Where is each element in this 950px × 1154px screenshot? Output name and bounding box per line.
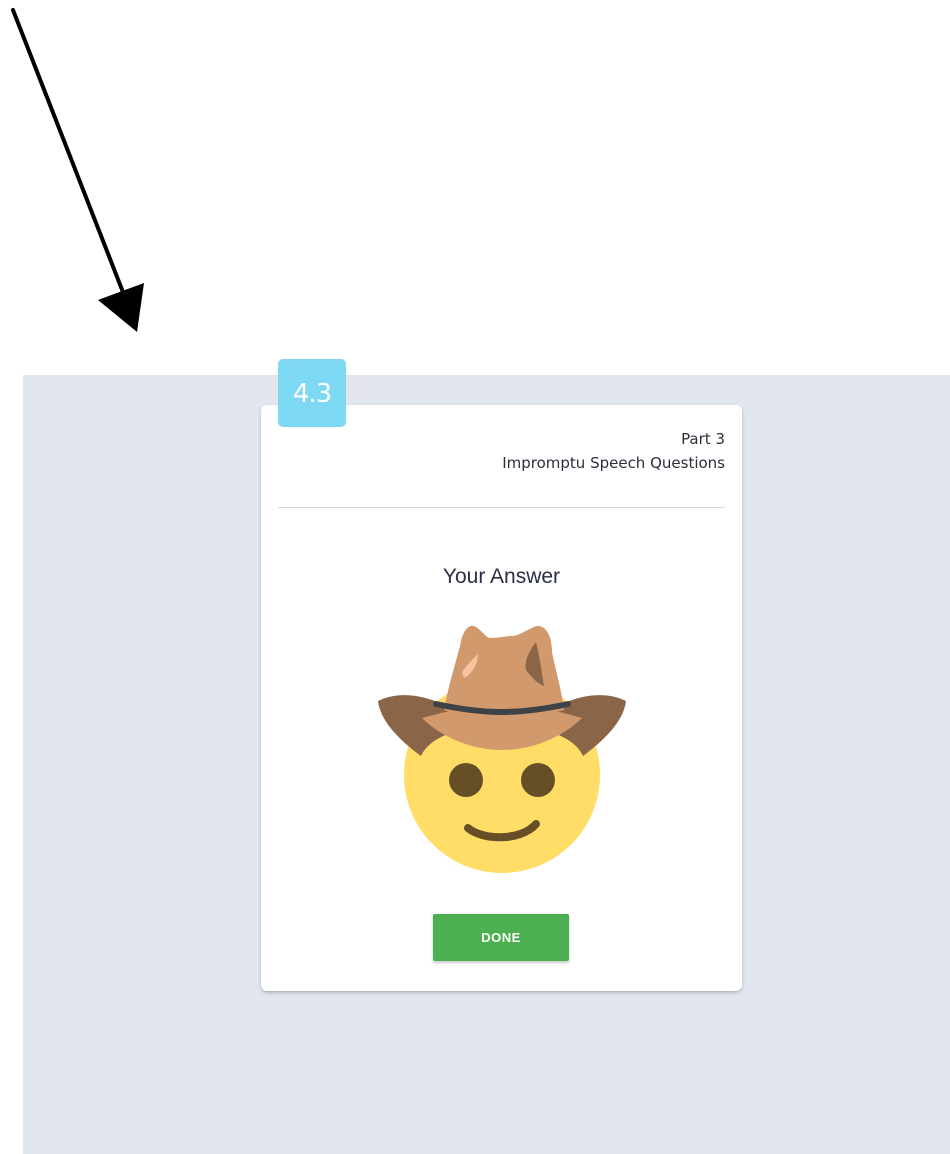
part-subtitle: Impromptu Speech Questions — [502, 454, 725, 472]
answer-heading: Your Answer — [442, 565, 561, 588]
question-number-badge: 4.3 — [278, 359, 346, 427]
done-button[interactable]: DONE — [433, 914, 569, 961]
cowboy-hat-face-icon — [378, 625, 626, 873]
pointer-arrow-icon — [11, 8, 144, 332]
part-label: Part 3 — [681, 430, 725, 448]
answer-card: Part 3 Impromptu Speech Questions Your A… — [261, 405, 742, 991]
divider — [278, 507, 725, 508]
